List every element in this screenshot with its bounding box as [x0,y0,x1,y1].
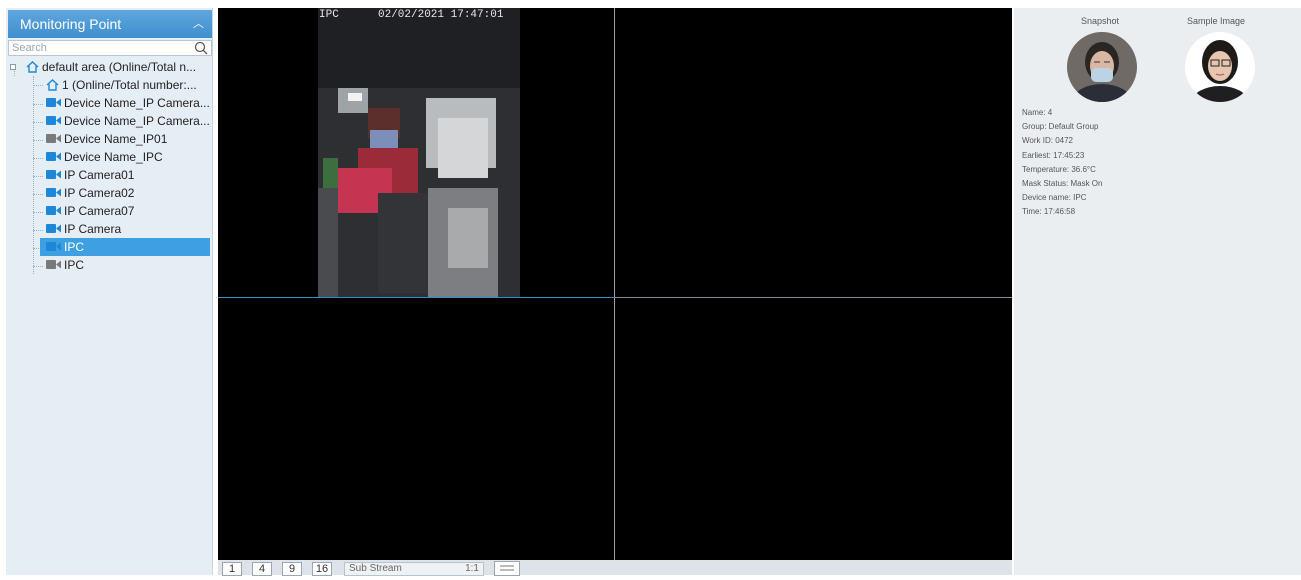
detail-group: Group: Default Group [1022,122,1099,132]
tree-item-default-area[interactable]: default area (Online/Total n... [6,58,212,76]
tree-item-label: IPC [64,258,85,272]
stream-ratio: 1:1 [465,563,479,574]
home-icon [46,79,59,91]
tree-item-camera-selected[interactable]: IPC [40,238,210,256]
panel-title: Monitoring Point [20,16,122,32]
layout-toolbar: 1 4 9 16 Sub Stream 1:1 [218,560,1012,576]
panel-header[interactable]: Monitoring Point ︿ [8,10,212,38]
live-video-feed [318,8,520,298]
snapshot-label: Snapshot [1080,16,1120,26]
video-window-4[interactable] [615,298,1012,560]
camera-icon [46,116,61,125]
search-input[interactable] [9,41,192,55]
home-icon [26,61,39,73]
osd-timestamp: 02/02/2021 17:47:01 [378,9,504,21]
layout-4-button[interactable]: 4 [252,562,272,576]
camera-icon [46,170,61,179]
stream-type-select[interactable]: Sub Stream 1:1 [344,562,484,576]
video-window-1[interactable]: IPC 02/02/2021 17:47:01 [218,8,614,298]
tree-item-label: Device Name_IPC [64,150,163,164]
camera-icon [46,242,61,251]
collapse-box-icon[interactable] [10,64,16,70]
detail-mask-status: Mask Status: Mask On [1022,179,1103,189]
tree-item-camera[interactable]: Device Name_IP01 [42,130,212,148]
camera-icon [46,188,61,197]
tree-item-label: IPC [64,240,85,254]
tree-item-camera[interactable]: IP Camera07 [42,202,212,220]
face-details: Name: 4 Group: Default Group Work ID: 04… [1022,106,1102,220]
tree-item-camera[interactable]: IP Camera [42,220,212,238]
selected-window-border [218,297,614,298]
layout-1-button[interactable]: 1 [222,562,242,576]
grid-divider [614,8,615,560]
tree-item-camera[interactable]: IP Camera02 [42,184,212,202]
detail-work-id: Work ID: 0472 [1022,136,1073,146]
stream-type-label: Sub Stream [349,563,402,574]
video-window-2[interactable] [615,8,1012,297]
list-icon [500,565,514,571]
face-recognition-panel: Snapshot Sample Image Name: 4 Group: Def… [1014,8,1301,575]
video-grid: IPC 02/02/2021 17:47:01 [218,8,1012,560]
camera-icon [46,152,61,161]
monitoring-point-panel: Monitoring Point ︿ default area (Onl [6,8,213,575]
tree-item-label: Device Name_IP01 [64,132,168,146]
camera-icon [46,260,61,269]
camera-icon [46,206,61,215]
tree-item-camera[interactable]: Device Name_IP Camera... [42,94,212,112]
sample-image-label: Sample Image [1186,16,1246,26]
osd-channel: IPC [319,9,339,21]
detail-time: Time: 17:46:58 [1022,207,1076,217]
tree-item-camera[interactable]: IP Camera01 [42,166,212,184]
tree-item-area-1[interactable]: 1 (Online/Total number:... [42,76,212,94]
chevron-up-icon[interactable]: ︿ [193,10,204,38]
tree-item-label: Device Name_IP Camera... [64,96,210,110]
search-icon[interactable] [194,41,208,55]
tree-item-camera[interactable]: Device Name_IPC [42,148,212,166]
detail-temperature: Temperature: 36.6°C [1022,164,1096,174]
video-window-3[interactable] [218,298,614,560]
tree-item-camera[interactable]: IPC [42,256,212,274]
tree-item-label: IP Camera01 [64,168,135,182]
camera-icon [46,98,61,107]
detail-name: Name: 4 [1022,108,1053,117]
camera-icon [46,134,61,143]
snapshot-face-image[interactable] [1067,32,1137,102]
tree-item-label: IP Camera [64,222,122,236]
list-view-button[interactable] [494,561,520,576]
layout-9-button[interactable]: 9 [282,562,302,576]
sample-face-image[interactable] [1185,32,1255,102]
tree-line [33,76,34,274]
tree-item-label: Device Name_IP Camera... [64,114,210,128]
tree-item-label: IP Camera02 [64,186,135,200]
detail-device-name: Device name: IPC [1022,193,1087,203]
search-box [8,40,212,56]
tree-item-label: 1 (Online/Total number:... [62,78,197,92]
detail-earliest: Earliest: 17:45:23 [1022,150,1085,160]
tree-item-label: IP Camera07 [64,204,135,218]
tree-item-camera[interactable]: Device Name_IP Camera... [42,112,212,130]
layout-16-button[interactable]: 16 [312,562,332,576]
camera-icon [46,224,61,233]
tree-item-label: default area (Online/Total n... [42,60,197,74]
